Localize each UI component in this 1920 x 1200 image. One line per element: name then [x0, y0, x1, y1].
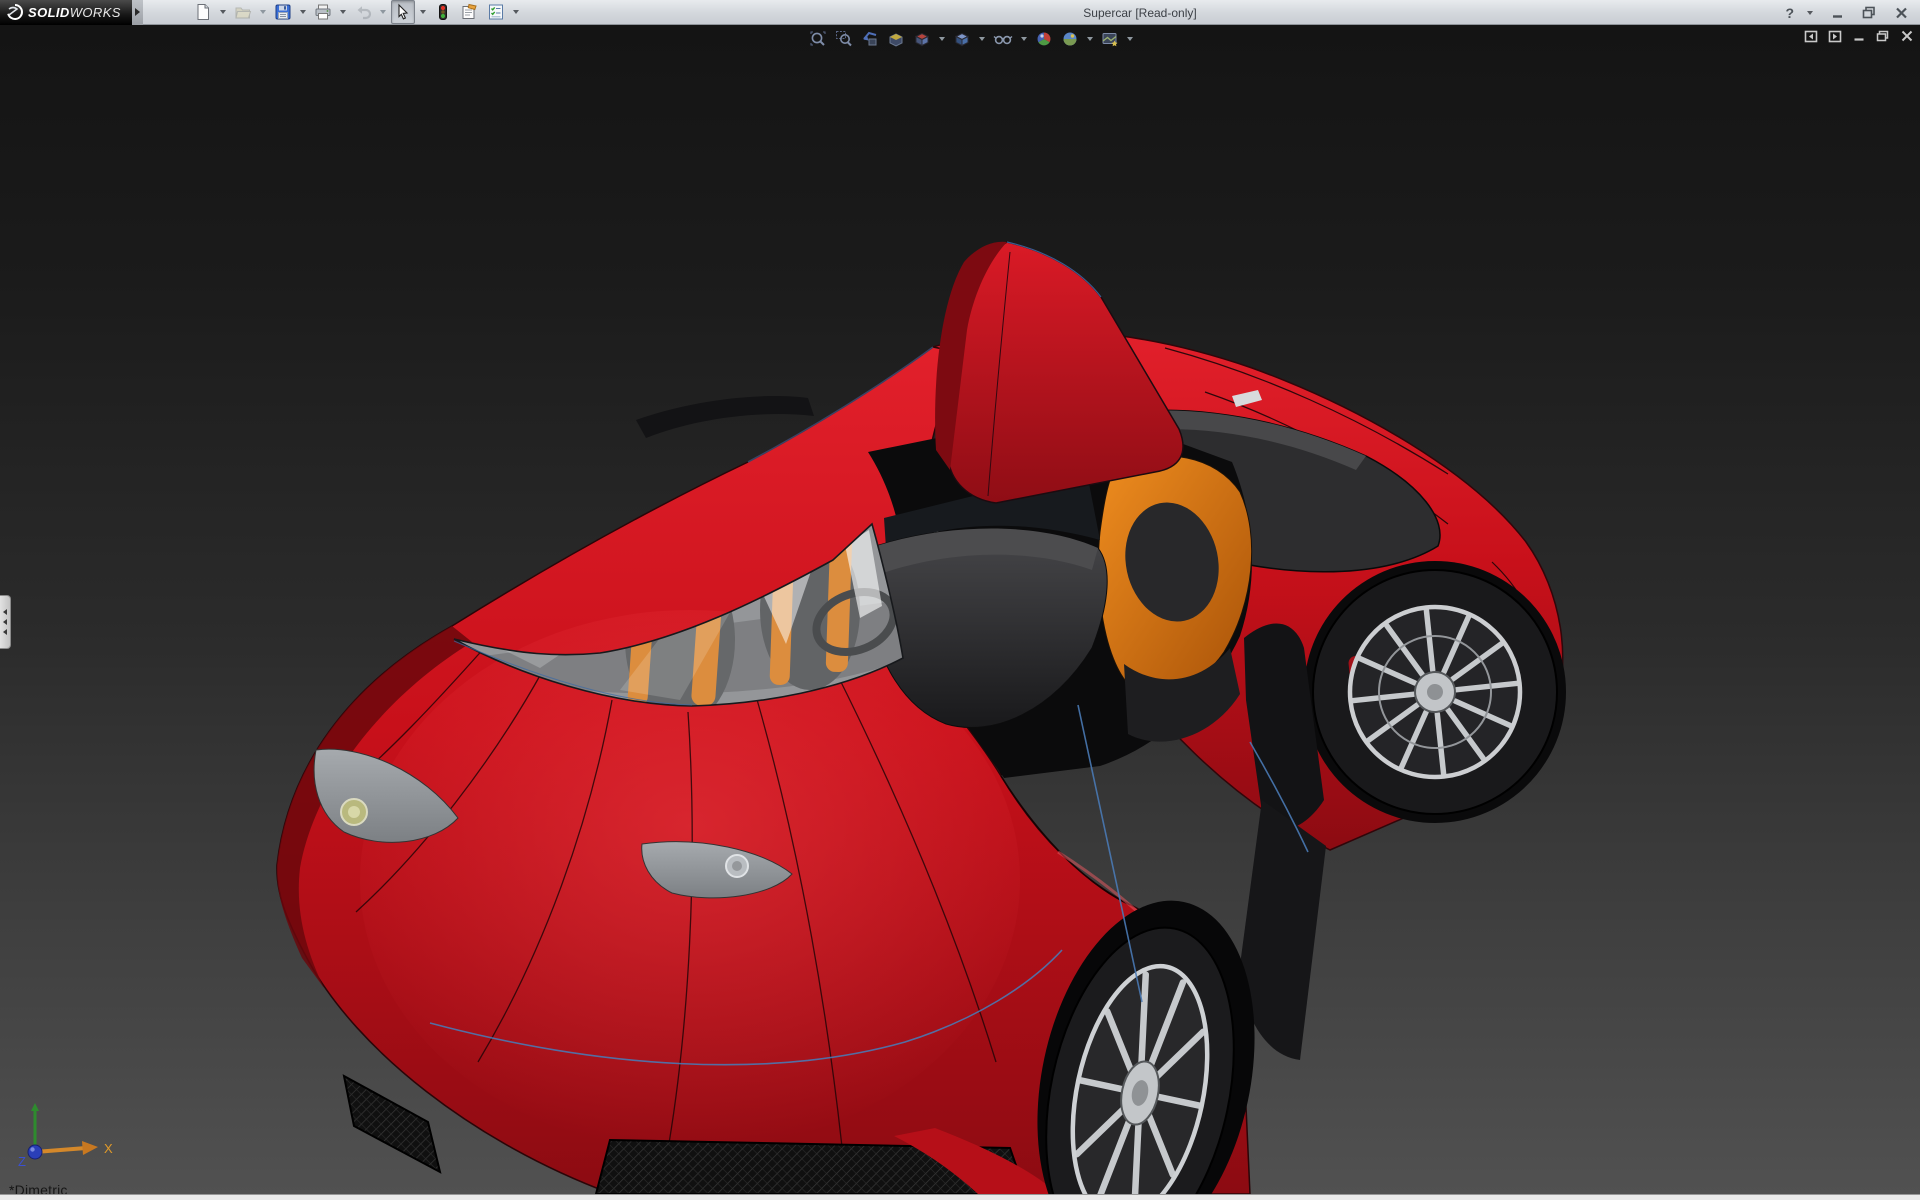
- save-floppy-icon: [275, 4, 291, 20]
- brand-text: SOLIDWORKS: [28, 4, 121, 20]
- previous-view-button[interactable]: [858, 28, 882, 50]
- edit-appearance-button[interactable]: [1032, 28, 1056, 50]
- title-bar: SOLIDWORKS Supercar [Read-only] ?: [0, 0, 1920, 25]
- file-properties-icon: [462, 3, 477, 19]
- apply-scene-icon: [1063, 32, 1077, 46]
- apply-scene-dropdown[interactable]: [1087, 37, 1093, 41]
- help-dropdown[interactable]: [1807, 10, 1813, 15]
- pane-next-button[interactable]: [1827, 29, 1842, 43]
- headsup-view-toolbar: [806, 28, 1136, 50]
- zoom-to-area-button[interactable]: [832, 28, 856, 50]
- print-button[interactable]: [311, 0, 335, 24]
- chevron-left-icon: [3, 629, 7, 635]
- minimize-button[interactable]: [1826, 4, 1848, 22]
- status-bar: [0, 1194, 1920, 1200]
- open-button[interactable]: [231, 0, 255, 24]
- doc-minimize-icon: [1854, 38, 1863, 41]
- undo-dropdown[interactable]: [380, 10, 386, 14]
- options-button[interactable]: [484, 0, 508, 24]
- section-view-icon: [889, 33, 903, 47]
- window-title: Supercar [Read-only]: [1083, 5, 1197, 20]
- minimize-icon: [1832, 14, 1842, 18]
- triad-x-label: X: [104, 1141, 113, 1156]
- hide-show-items-dropdown[interactable]: [1021, 37, 1027, 41]
- doc-minimize-button[interactable]: [1851, 29, 1866, 43]
- roof-vent: [636, 396, 814, 438]
- display-style-button[interactable]: [950, 28, 974, 50]
- pane-next-icon: [1828, 30, 1841, 42]
- chevron-left-icon: [3, 609, 7, 615]
- rebuild-traffic-light-icon: [439, 4, 447, 20]
- triad-z-axis: [27, 1144, 43, 1160]
- display-style-icon: [954, 32, 970, 47]
- new-document-icon: [197, 4, 209, 20]
- new-dropdown[interactable]: [220, 10, 226, 14]
- hide-show-items-button[interactable]: [990, 28, 1016, 50]
- ds-logo-icon: [7, 4, 23, 20]
- open-folder-icon: [235, 7, 252, 19]
- options-dropdown[interactable]: [513, 10, 519, 14]
- view-settings-dropdown[interactable]: [1127, 37, 1133, 41]
- rebuild-button[interactable]: [431, 0, 455, 24]
- help-button[interactable]: ?: [1785, 5, 1794, 21]
- feature-tree-collapse-tab[interactable]: [0, 595, 11, 649]
- close-button[interactable]: [1890, 4, 1912, 22]
- doc-restore-button[interactable]: [1875, 29, 1890, 43]
- doc-close-button[interactable]: [1899, 29, 1914, 43]
- restore-button[interactable]: [1858, 4, 1880, 22]
- pane-previous-icon: [1804, 30, 1817, 42]
- car-model[interactable]: [0, 25, 1920, 1194]
- undo-arrow-icon: [357, 6, 372, 20]
- chevron-right-icon: [135, 8, 140, 16]
- select-cursor-icon: [398, 3, 409, 20]
- view-orientation-button[interactable]: [910, 28, 934, 50]
- edit-appearance-icon: [1037, 32, 1051, 46]
- graphics-area[interactable]: X Z *Dimetric: [0, 25, 1920, 1198]
- zoom-to-fit-button[interactable]: [806, 28, 830, 50]
- section-view-button[interactable]: [884, 28, 908, 50]
- close-icon: [1895, 7, 1907, 18]
- open-dropdown[interactable]: [260, 10, 266, 14]
- select-dropdown[interactable]: [420, 10, 426, 14]
- main-toolbar: [191, 0, 522, 24]
- triad-z-label: Z: [18, 1154, 26, 1169]
- file-properties-button[interactable]: [457, 0, 482, 24]
- previous-view-icon: [863, 31, 877, 46]
- coordinate-triad: X Z: [18, 1103, 113, 1169]
- view-orientation-dropdown[interactable]: [939, 37, 945, 41]
- doc-restore-icon: [1876, 30, 1889, 42]
- select-button[interactable]: [391, 0, 415, 24]
- view-settings-button[interactable]: [1098, 28, 1122, 50]
- window-controls: ?: [1785, 0, 1912, 25]
- solidworks-logo[interactable]: SOLIDWORKS: [0, 0, 132, 25]
- menu-expand-arrow[interactable]: [132, 0, 143, 25]
- print-icon: [315, 4, 331, 20]
- zoom-to-fit-icon: [810, 31, 826, 46]
- view-settings-icon: [1102, 33, 1118, 47]
- pane-previous-button[interactable]: [1803, 29, 1818, 43]
- zoom-to-area-icon: [836, 31, 852, 47]
- options-checklist-icon: [489, 4, 503, 20]
- doc-close-icon: [1901, 30, 1912, 42]
- view-orientation-icon: [914, 32, 930, 47]
- chevron-left-icon: [3, 619, 7, 625]
- print-dropdown[interactable]: [340, 10, 346, 14]
- hide-show-items-icon: [993, 35, 1013, 45]
- document-window-controls: [1803, 29, 1914, 43]
- triad-x-axis: [34, 1146, 87, 1154]
- apply-scene-button[interactable]: [1058, 28, 1082, 50]
- undo-button[interactable]: [351, 0, 375, 24]
- save-button[interactable]: [271, 0, 295, 24]
- display-style-dropdown[interactable]: [979, 37, 985, 41]
- new-button[interactable]: [191, 0, 215, 24]
- restore-icon: [1862, 6, 1875, 19]
- save-dropdown[interactable]: [300, 10, 306, 14]
